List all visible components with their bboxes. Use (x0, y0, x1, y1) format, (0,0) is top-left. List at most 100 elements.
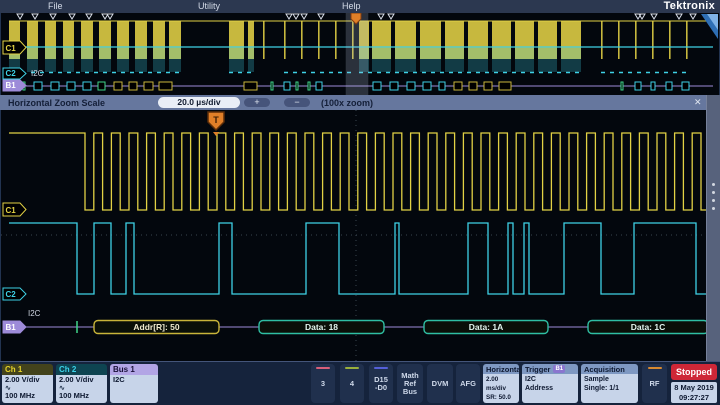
afg-button[interactable]: AFG (456, 364, 480, 403)
search-mark-icon (676, 14, 682, 19)
overview-waveforms: C1C2B1I2C (1, 13, 719, 95)
channel3-color-bar (316, 367, 330, 369)
bus-decode-mini-box (98, 82, 105, 90)
scl-pulse (618, 21, 620, 59)
search-mark-icon (318, 14, 324, 19)
zoom-in-button[interactable]: + (244, 98, 270, 107)
channel2-badge[interactable]: Ch 2 2.00 V/div ∿ 100 MHz (56, 364, 107, 403)
channel4-button-label: 4 (350, 380, 354, 388)
drag-handle-dot (712, 191, 715, 194)
drag-handle-dot (712, 207, 715, 210)
channel1-bandwidth: 100 MHz (5, 392, 53, 401)
sda-burst (248, 48, 254, 72)
side-panel-handle[interactable] (706, 95, 720, 361)
bus-decode-label: Data: 1A (469, 322, 503, 332)
trigger-arrow-icon (213, 132, 219, 136)
rf-button[interactable]: RF (642, 364, 667, 403)
sda-burst (135, 48, 147, 72)
search-mark-icon (107, 14, 113, 19)
tektronix-logo: Tektronix (664, 0, 715, 12)
sda-burst (45, 48, 56, 72)
datetime-display: 8 May 2019 09:27:27 (671, 382, 717, 403)
bus-decode-mini-box (390, 82, 398, 90)
bus-decode-mini-box (129, 82, 137, 90)
search-mark-icon (50, 14, 56, 19)
scl-pulse (263, 21, 265, 59)
scl-pulse (652, 21, 654, 59)
math-ref-bus-button[interactable]: Math Ref Bus (397, 364, 423, 403)
bus1-type: I2C (113, 376, 158, 385)
bus-decode-label: Data: 1C (631, 322, 665, 332)
horizontal-panel[interactable]: Horizontal 2.00 ms/div SR: 50.0 MS/s RL:… (483, 364, 519, 403)
menu-help[interactable]: Help (342, 1, 361, 11)
trigger-source-chip: B1 (553, 365, 565, 373)
channel1-tag-zoom-label: C1 (6, 206, 17, 215)
close-zoom-icon[interactable]: ✕ (694, 97, 702, 108)
channel1-scale: 2.00 V/div (5, 376, 53, 385)
stopped-button[interactable]: Stopped (671, 364, 717, 380)
zoom-waveforms: Addr[R]: 50Data: 18Data: 1AData: 1CTC1C2… (1, 110, 719, 361)
bus-decode-mini-box (682, 82, 689, 90)
horizontal-scale: 2.00 ms/div (486, 375, 519, 393)
afg-label: AFG (460, 380, 476, 388)
zoom-window-highlight[interactable] (346, 13, 368, 95)
bus-decode-mini-box (144, 82, 153, 90)
rf-color-bar (648, 367, 662, 369)
zoom-scale-value[interactable]: 20.0 µs/div (158, 97, 240, 108)
channel3-button[interactable]: 3 (311, 364, 335, 403)
bus-decode-mini-box (34, 82, 42, 90)
channel1-badge[interactable]: Ch 1 2.00 V/div ∿ 100 MHz (2, 364, 53, 403)
channel1-tag-overview-label: C1 (6, 44, 17, 53)
bus-decode-mini-box (454, 82, 462, 90)
drag-handle-dot (712, 183, 715, 186)
scl-pulse (686, 21, 688, 59)
channel2-label: Ch 2 (56, 364, 107, 375)
sda-burst (420, 48, 441, 72)
trigger-title: Trigger (525, 365, 550, 374)
bus-decode-mini-box (271, 82, 273, 90)
bus-decode-mini-box (423, 82, 431, 90)
sda-burst (169, 48, 181, 72)
bus-decode-mini-box (469, 82, 477, 90)
horizontal-zoom-scale-bar: Horizontal Zoom Scale 20.0 µs/div + − (1… (0, 95, 720, 110)
sda-burst (395, 48, 416, 72)
acquisition-count: Single: 1/1 (584, 384, 638, 393)
bus1-badge[interactable]: Bus 1 I2C (110, 364, 158, 403)
waveform-overview-panel[interactable]: C1C2B1I2C (0, 13, 720, 95)
scl-pulse (335, 21, 337, 59)
drag-handle-dot (712, 199, 715, 202)
acquisition-panel[interactable]: Acquisition Sample Single: 1/1 (581, 364, 638, 403)
bus-label: Bus (403, 388, 417, 396)
bus-decode-mini-box (159, 82, 172, 90)
time-label: 09:27:27 (671, 393, 717, 403)
sda-burst (229, 48, 244, 72)
search-mark-icon (378, 14, 384, 19)
dvm-button[interactable]: DVM (427, 364, 453, 403)
zoom-out-button[interactable]: − (284, 98, 310, 107)
scl-pulse (601, 21, 603, 59)
search-mark-icon (301, 14, 307, 19)
digital-channels-button[interactable]: D15 -D0 (369, 364, 393, 403)
sample-rate: SR: 50.0 MS/s (486, 393, 519, 403)
trigger-t-label: T (213, 115, 219, 125)
trigger-panel[interactable]: TriggerB1 I2C Address (522, 364, 578, 403)
bus-decode-mini-box (373, 82, 381, 90)
search-mark-icon (69, 14, 75, 19)
digital-color-bar (374, 367, 388, 369)
channel4-button[interactable]: 4 (340, 364, 364, 403)
bus-decode-mini-box (114, 82, 122, 90)
bus-decode-label: Data: 18 (305, 322, 338, 332)
menu-file[interactable]: File (48, 1, 63, 11)
bus-type-label-overview: I2C (31, 69, 44, 78)
digital-label-2: -D0 (375, 384, 387, 392)
bus-decode-mini-box (51, 82, 59, 90)
menu-utility[interactable]: Utility (198, 1, 220, 11)
bus-decode-mini-box (635, 82, 641, 90)
zoom-factor-label: (100x zoom) (321, 98, 373, 108)
zoom-waveform-panel[interactable]: Addr[R]: 50Data: 18Data: 1AData: 1CTC1C2… (0, 110, 720, 361)
sda-burst (538, 48, 557, 72)
rf-label: RF (650, 380, 660, 388)
bus-type-label-zoom: I2C (28, 309, 41, 318)
search-mark-icon (32, 14, 38, 19)
channel2-tag-zoom-label: C2 (6, 290, 17, 299)
